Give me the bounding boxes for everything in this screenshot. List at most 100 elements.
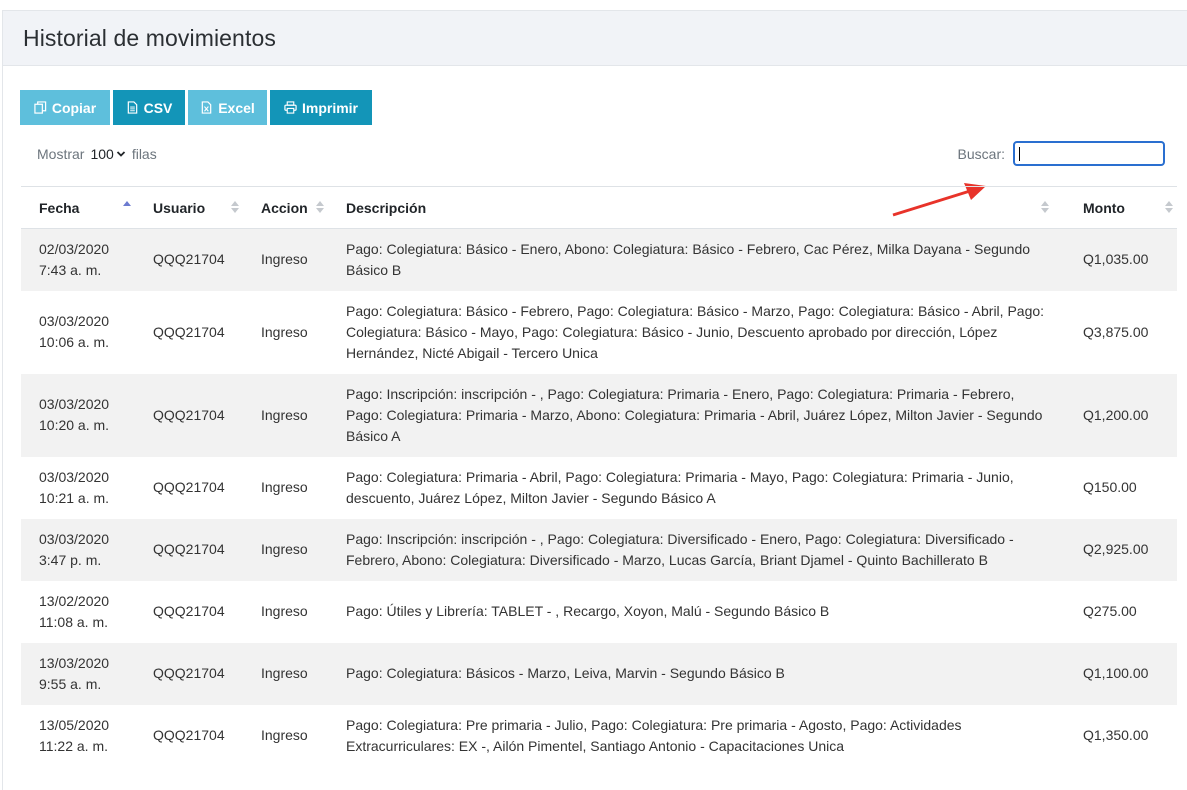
column-header-usuario[interactable]: Usuario xyxy=(135,186,243,229)
cell-monto: Q1,035.00 xyxy=(1065,229,1177,291)
cell-description: Pago: Colegiatura: Básico - Enero, Abono… xyxy=(346,240,1031,278)
column-label: Descripción xyxy=(346,199,427,216)
excel-button[interactable]: Excel xyxy=(188,90,267,125)
cell-amount: Q1,035.00 xyxy=(1083,251,1149,268)
cell-date: 03/03/2020 xyxy=(39,313,110,329)
cell-fecha: 13/03/2020 9:55 a. m. xyxy=(21,643,135,705)
cell-description: Pago: Colegiatura: Primaria - Abril, Pag… xyxy=(346,468,1014,506)
cell-monto: Q275.00 xyxy=(1065,581,1177,643)
cell-time: 10:06 a. m. xyxy=(39,334,110,350)
column-label: Monto xyxy=(1083,199,1125,216)
file-excel-icon xyxy=(201,101,212,114)
cell-time: 7:43 a. m. xyxy=(39,261,102,278)
table-row: 03/03/2020 10:21 a. m. QQQ21704 Ingreso Pago… xyxy=(21,457,1177,519)
cell-time: 3:47 p. m. xyxy=(39,551,102,568)
sort-icon xyxy=(1165,201,1173,213)
cell-description: Pago: Colegiatura: Pre primaria - Julio,… xyxy=(346,716,962,754)
cell-fecha: 03/03/2020 10:06 a. m. xyxy=(21,291,135,374)
cell-fecha: 13/05/2020 11:22 a. m. xyxy=(21,705,135,767)
cell-time: 11:22 a. m. xyxy=(39,737,109,754)
cell-descripcion: Pago: Colegiatura: Básico - Enero, Abono… xyxy=(328,229,1065,291)
cell-user: QQQ21704 xyxy=(153,727,225,743)
cell-fecha: 03/03/2020 10:21 a. m. xyxy=(21,457,135,519)
search-input[interactable] xyxy=(1013,141,1165,166)
cell-usuario: QQQ21704 xyxy=(135,705,243,767)
column-header-accion[interactable]: Accion xyxy=(243,186,328,229)
cell-fecha: 03/03/2020 10:20 a. m. xyxy=(21,374,135,457)
cell-description: Pago: Útiles y Librería: TABLET - , Reca… xyxy=(346,603,830,619)
copy-button[interactable]: Copiar xyxy=(20,90,110,125)
cell-descripcion: Pago: Colegiatura: Básico - Febrero, Pag… xyxy=(328,291,1065,374)
cell-monto: Q3,875.00 xyxy=(1065,291,1177,374)
column-header-monto[interactable]: Monto xyxy=(1065,186,1177,229)
cell-action: Ingreso xyxy=(261,479,308,495)
chevron-down-icon xyxy=(116,151,125,157)
page-title: Historial de movimientos xyxy=(23,24,276,51)
cell-fecha: 13/02/2020 11:08 a. m. xyxy=(21,581,135,643)
cell-date: 02/03/2020 xyxy=(39,240,110,257)
cell-usuario: QQQ21704 xyxy=(135,457,243,519)
sort-icon xyxy=(231,201,239,213)
table-row: 03/03/2020 3:47 p. m. QQQ21704 Ingreso Pago:… xyxy=(21,518,1177,581)
export-toolbar: Copiar CSV Excel Imprimir xyxy=(20,90,372,125)
csv-button-label: CSV xyxy=(143,99,173,116)
cell-amount: Q1,200.00 xyxy=(1083,406,1149,423)
cell-user: QQQ21704 xyxy=(153,323,225,340)
cell-amount: Q1,350.00 xyxy=(1083,727,1149,743)
cell-descripcion: Pago: Útiles y Librería: TABLET - , Reca… xyxy=(328,581,1065,643)
column-label: Accion xyxy=(261,199,308,216)
print-button-label: Imprimir xyxy=(301,99,358,116)
cell-user: QQQ21704 xyxy=(153,479,225,495)
cell-time: 10:21 a. m. xyxy=(39,489,110,506)
cell-accion: Ingreso xyxy=(243,643,328,705)
cell-monto: Q1,200.00 xyxy=(1065,374,1177,457)
cell-descripcion: Pago: Colegiatura: Pre primaria - Julio,… xyxy=(328,705,1065,767)
column-header-descripcion[interactable]: Descripción xyxy=(328,186,1065,229)
sort-ascending-icon xyxy=(123,201,131,213)
cell-time: 11:08 a. m. xyxy=(39,613,109,630)
cell-monto: Q2,925.00 xyxy=(1065,519,1177,581)
table-row: 13/02/2020 11:08 a. m. QQQ21704 Ingreso Pago… xyxy=(21,581,1177,643)
table-row: 13/05/2020 11:22 a. m. QQQ21704 Ingreso Pago… xyxy=(21,705,1177,767)
file-text-icon xyxy=(127,101,137,114)
column-header-fecha[interactable]: Fecha xyxy=(21,186,135,229)
cell-accion: Ingreso xyxy=(243,457,328,519)
cell-action: Ingreso xyxy=(261,541,308,557)
cell-time: 10:20 a. m. xyxy=(39,417,110,433)
rows-per-page-select[interactable]: 100 xyxy=(90,146,125,162)
cell-action: Ingreso xyxy=(261,727,308,743)
cell-fecha: 03/03/2020 3:47 p. m. xyxy=(21,519,135,581)
cell-descripcion: Pago: Inscripción: inscripción - , Pago:… xyxy=(328,519,1065,581)
cell-description: Pago: Inscripción: inscripción - , Pago:… xyxy=(346,385,1043,444)
cell-usuario: QQQ21704 xyxy=(135,229,243,291)
cell-user: QQQ21704 xyxy=(153,251,225,268)
print-button[interactable]: Imprimir xyxy=(270,90,372,125)
cell-fecha: 02/03/2020 7:43 a. m. xyxy=(21,229,135,291)
cell-descripcion: Pago: Colegiatura: Básicos - Marzo, Leiv… xyxy=(328,643,1065,705)
cell-accion: Ingreso xyxy=(243,581,328,643)
cell-usuario: QQQ21704 xyxy=(135,643,243,705)
cell-time: 9:55 a. m. xyxy=(39,675,102,692)
cell-monto: Q1,350.00 xyxy=(1065,705,1177,767)
csv-button[interactable]: CSV xyxy=(113,90,185,125)
cell-date: 03/03/2020 xyxy=(39,530,110,547)
text-caret xyxy=(1019,147,1020,161)
cell-user: QQQ21704 xyxy=(153,603,225,619)
cell-user: QQQ21704 xyxy=(153,665,225,681)
rows-per-page-value: 100 xyxy=(90,146,114,162)
cell-date: 03/03/2020 xyxy=(39,468,110,485)
cell-user: QQQ21704 xyxy=(153,541,225,557)
search-area: Buscar: xyxy=(958,141,1165,166)
cell-accion: Ingreso xyxy=(243,519,328,581)
cell-accion: Ingreso xyxy=(243,705,328,767)
cell-descripcion: Pago: Inscripción: inscripción - , Pago:… xyxy=(328,374,1065,457)
cell-action: Ingreso xyxy=(261,251,308,268)
cell-amount: Q150.00 xyxy=(1083,479,1137,495)
cell-usuario: QQQ21704 xyxy=(135,291,243,374)
cell-date: 13/05/2020 xyxy=(39,716,110,733)
column-label: Usuario xyxy=(153,199,206,216)
copy-icon xyxy=(34,101,47,114)
table-row: 02/03/2020 7:43 a. m. QQQ21704 Ingreso Pago:… xyxy=(21,228,1177,291)
cell-accion: Ingreso xyxy=(243,374,328,457)
cell-accion: Ingreso xyxy=(243,229,328,291)
